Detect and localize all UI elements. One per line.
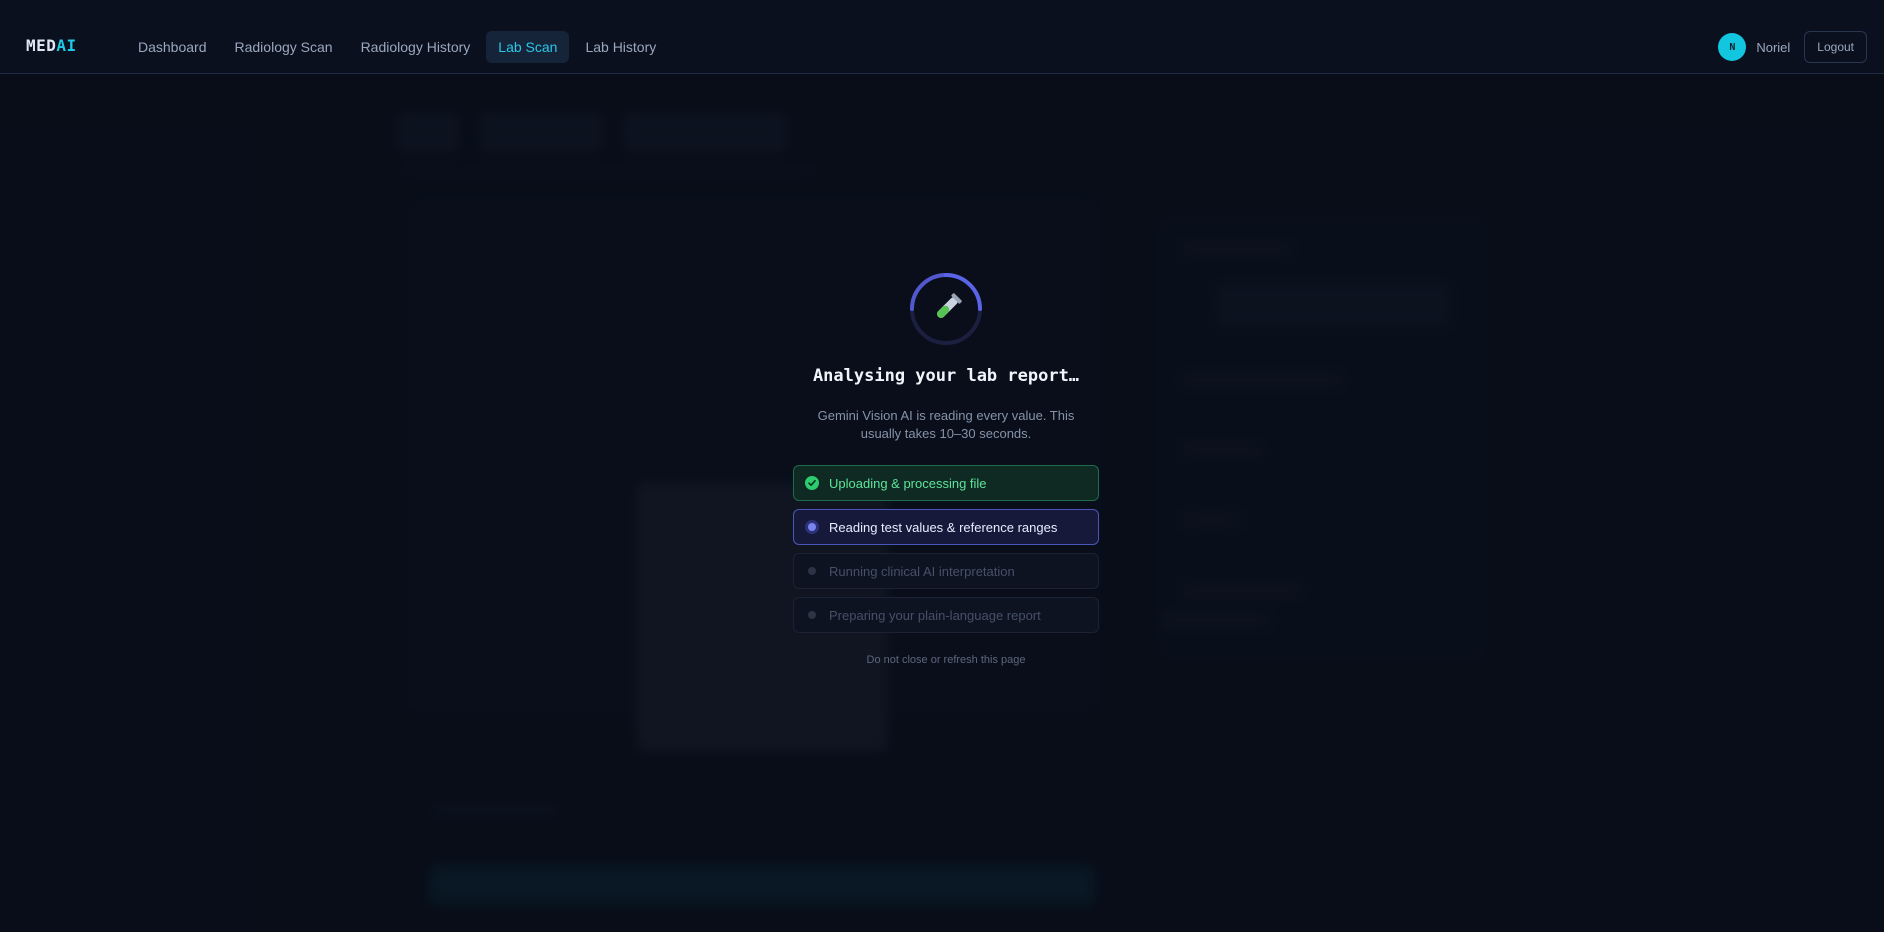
step-reading-values: Reading test values & reference ranges (793, 509, 1099, 545)
step-label: Preparing your plain-language report (829, 607, 1041, 623)
step-preparing-report: Preparing your plain-language report (793, 597, 1099, 633)
loader-title: Analysing your lab report… (812, 366, 1080, 386)
check-icon (805, 476, 819, 490)
pending-dot-icon (805, 608, 819, 622)
progress-steps: Uploading & processing file Reading test… (793, 465, 1099, 633)
nav-link-radiology-scan[interactable]: Radiology Scan (223, 31, 345, 63)
nav-link-lab-scan[interactable]: Lab Scan (486, 31, 570, 63)
nav-link-dashboard[interactable]: Dashboard (126, 31, 219, 63)
nav-link-lab-history[interactable]: Lab History (573, 31, 668, 63)
user-name: Noriel (1756, 39, 1791, 55)
nav-links: Dashboard Radiology Scan Radiology Histo… (126, 31, 668, 63)
active-dot-icon (805, 520, 819, 534)
step-uploading: Uploading & processing file (793, 465, 1099, 501)
step-label: Running clinical AI interpretation (829, 563, 1015, 579)
top-nav-bar: MEDAI Dashboard Radiology Scan Radiology… (0, 0, 1884, 74)
loader-note: Do not close or refresh this page (866, 654, 1026, 666)
analysis-loader: Analysing your lab report… Gemini Vision… (790, 272, 1102, 666)
step-label: Uploading & processing file (829, 475, 987, 491)
logo-text-med: MED (26, 36, 57, 55)
test-tube-icon (937, 293, 962, 318)
logout-button[interactable]: Logout (1804, 31, 1867, 63)
progress-spinner (909, 272, 983, 346)
step-label: Reading test values & reference ranges (829, 519, 1058, 535)
pending-dot-icon (805, 564, 819, 578)
step-clinical-interpretation: Running clinical AI interpretation (793, 553, 1099, 589)
loader-description: Gemini Vision AI is reading every value.… (817, 408, 1075, 441)
logo-text-ai: AI (56, 36, 77, 55)
avatar[interactable]: N (1718, 33, 1747, 61)
nav-link-radiology-history[interactable]: Radiology History (349, 31, 483, 63)
user-area: N Noriel Logout (1718, 31, 1867, 63)
app-logo[interactable]: MEDAI (26, 36, 77, 55)
